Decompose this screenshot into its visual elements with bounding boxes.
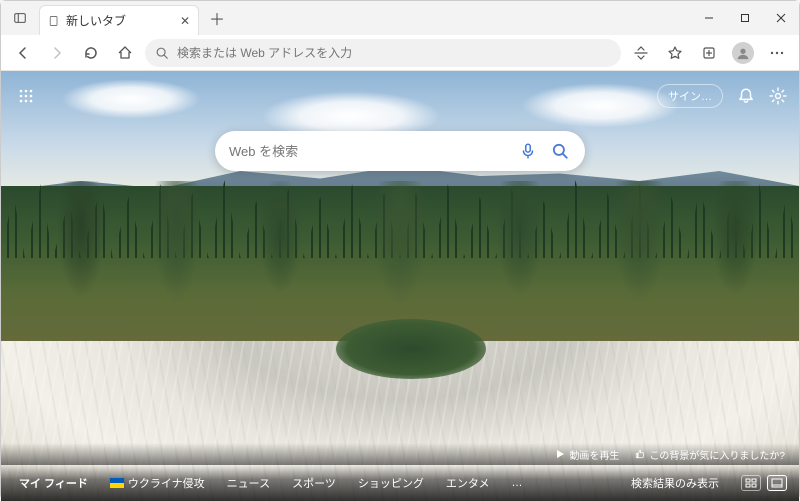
window-maximize-button[interactable] [727,1,763,35]
feed-item-ukraine[interactable]: ウクライナ侵攻 [104,471,211,495]
new-tab-button[interactable]: ＋ [203,4,231,32]
back-button[interactable] [9,39,37,67]
window-close-button[interactable] [763,1,799,35]
ukraine-flag-icon [110,478,124,488]
layout-inspirational-icon [771,478,783,488]
layout-label[interactable]: 検索結果のみ表示 [625,471,725,495]
feed-title[interactable]: マイ フィード [13,471,94,495]
new-tab-page: サイン… 動画を再生 この背景が気に入りましたか? マイ フィード ウクライナ侵… [1,71,799,501]
favorites-button[interactable] [661,39,689,67]
browser-tab[interactable]: 新しいタブ ✕ [39,5,199,35]
like-background-button[interactable]: この背景が気に入りましたか? [635,447,785,462]
home-button[interactable] [111,39,139,67]
search-icon [551,142,569,160]
play-icon [555,449,565,459]
thumbs-up-icon [635,449,645,459]
tab-title: 新しいタブ [66,12,126,29]
search-button[interactable] [549,140,571,162]
page-settings-button[interactable] [769,87,787,105]
avatar-icon [732,42,754,64]
bell-icon [737,87,755,105]
signin-label: サイン… [668,91,712,103]
notifications-button[interactable] [737,87,755,105]
microphone-icon [519,142,537,160]
window-minimize-button[interactable] [691,1,727,35]
tab-actions-button[interactable] [1,1,39,35]
voice-search-button[interactable] [517,140,539,162]
gear-icon [769,87,787,105]
refresh-button[interactable] [77,39,105,67]
omnibox[interactable] [145,39,621,67]
layout-focused-icon [745,478,757,488]
tab-close-button[interactable]: ✕ [180,14,190,28]
feed-item-shopping[interactable]: ショッピング [352,471,430,495]
feed-item-sports[interactable]: スポーツ [286,471,342,495]
menu-button[interactable] [763,39,791,67]
profile-button[interactable] [729,39,757,67]
page-icon [48,15,60,27]
window-titlebar: 新しいタブ ✕ ＋ [1,1,799,35]
layout-inspirational-button[interactable] [767,475,787,491]
collections-button[interactable] [695,39,723,67]
ntp-search-box[interactable] [215,131,585,171]
ntp-search-input[interactable] [229,144,507,159]
browser-toolbar [1,35,799,71]
signin-button[interactable]: サイン… [657,84,723,108]
app-launcher-button[interactable] [13,83,39,109]
play-video-button[interactable]: 動画を再生 [555,447,619,462]
forward-button[interactable] [43,39,71,67]
like-label: この背景が気に入りましたか? [649,447,785,462]
feed-item-entertainment[interactable]: エンタメ [440,471,496,495]
feed-more-button[interactable]: … [506,473,529,493]
grid-icon [18,88,34,104]
tab-actions-icon [13,11,27,25]
layout-focused-button[interactable] [741,475,761,491]
search-icon [155,46,169,60]
feed-bar: マイ フィード ウクライナ侵攻 ニュース スポーツ ショッピング エンタメ … … [1,465,799,501]
feed-item-news[interactable]: ニュース [221,471,276,495]
omnibox-input[interactable] [177,46,611,60]
play-label: 動画を再生 [569,447,619,462]
read-aloud-button[interactable] [627,39,655,67]
